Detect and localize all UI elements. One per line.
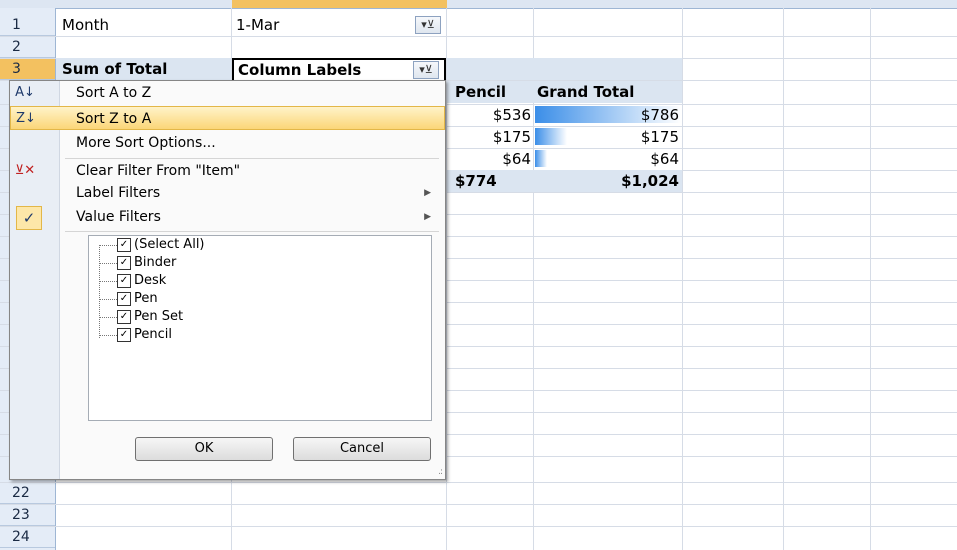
checkbox-checked-icon[interactable]: ✓ [117, 237, 131, 252]
row-number[interactable]: 2 [0, 36, 55, 58]
checkbox-checked-icon[interactable]: ✓ [117, 273, 131, 288]
checklist-label: Desk [134, 273, 167, 288]
pencil-value[interactable]: $64 [447, 148, 531, 170]
clear-filter-icon: ⊻✕ [14, 163, 36, 178]
ok-button[interactable]: OK [135, 437, 273, 461]
sort-a-to-z-item[interactable]: A↓ Sort A to Z [10, 81, 445, 105]
menu-item-label: Label Filters [76, 185, 161, 201]
col-header-grand-total[interactable]: Grand Total [533, 81, 682, 103]
item-checklist[interactable]: ✓ (Select All) ✓ Binder ✓ Desk ✓ Pen ✓ Pen Se… [88, 235, 432, 421]
checkbox-checked-icon[interactable]: ✓ [117, 255, 131, 270]
cancel-button[interactable]: Cancel [293, 437, 431, 461]
submenu-arrow-icon: ▶ [424, 188, 431, 198]
checklist-item[interactable]: ✓ Pen Set [99, 308, 183, 326]
pencil-total[interactable]: $774 [447, 170, 533, 192]
grand-total-total[interactable]: $1,024 [533, 170, 682, 192]
checklist-item[interactable]: ✓ Binder [99, 254, 176, 272]
checkbox-checked-icon[interactable]: ✓ [117, 309, 131, 324]
cell-month-label[interactable]: Month [62, 14, 109, 36]
filter-menu: A↓ Sort A to Z Z↓ Sort Z to A More Sort … [9, 80, 446, 480]
filter-dropdown-icon[interactable]: ▾⊻ [413, 61, 439, 79]
sort-z-to-a-item[interactable]: Z↓ Sort Z to A [10, 106, 445, 130]
resize-grip-icon[interactable]: .: [438, 467, 443, 477]
sort-ascending-icon: A↓ [15, 85, 35, 100]
column-header-strip [0, 0, 957, 9]
label-filters-item[interactable]: Label Filters ▶ [10, 181, 445, 205]
clear-filter-item[interactable]: ⊻✕ Clear Filter From "Item" [10, 159, 445, 183]
grand-total-value[interactable]: $64 [533, 148, 679, 170]
value-filters-item[interactable]: Value Filters ▶ [10, 205, 445, 229]
filter-dropdown-icon[interactable]: ▾⊻ [415, 16, 441, 34]
checklist-label: Binder [134, 255, 177, 270]
checklist-item[interactable]: ✓ (Select All) [99, 236, 205, 254]
menu-item-label: Sort Z to A [76, 111, 152, 127]
header-fill [447, 58, 682, 80]
row-number[interactable]: 1 [0, 14, 55, 36]
row-number[interactable]: 3 [0, 58, 55, 80]
checklist-item[interactable]: ✓ Desk [99, 272, 166, 290]
pencil-value[interactable]: $175 [447, 126, 531, 148]
menu-item-label: Sort A to Z [76, 85, 152, 101]
menu-item-label: Value Filters [76, 209, 161, 225]
checklist-item[interactable]: ✓ Pen [99, 290, 158, 308]
row-number[interactable]: 24 [0, 526, 55, 548]
checkbox-checked-icon[interactable]: ✓ [117, 291, 131, 306]
checklist-label: Pencil [134, 327, 172, 342]
submenu-arrow-icon: ▶ [424, 212, 431, 222]
cell-sum-of-total[interactable]: Sum of Total [56, 58, 231, 80]
cell-month-value[interactable]: 1-Mar [236, 14, 279, 36]
checklist-item[interactable]: ✓ Pencil [99, 326, 172, 344]
grand-total-value[interactable]: $786 [533, 104, 679, 126]
sort-descending-icon: Z↓ [16, 111, 36, 126]
menu-item-label: More Sort Options... [76, 135, 216, 151]
checkbox-checked-icon[interactable]: ✓ [117, 327, 131, 342]
pencil-value[interactable]: $536 [447, 104, 531, 126]
more-sort-options-item[interactable]: More Sort Options... [10, 131, 445, 155]
checklist-label: Pen [134, 291, 158, 306]
menu-item-label: Clear Filter From "Item" [76, 163, 241, 179]
grand-total-value[interactable]: $175 [533, 126, 679, 148]
checklist-label: (Select All) [134, 237, 205, 252]
row-number[interactable]: 22 [0, 482, 55, 504]
checklist-label: Pen Set [134, 309, 184, 324]
row-number[interactable]: 23 [0, 504, 55, 526]
col-header-pencil[interactable]: Pencil [447, 81, 533, 103]
